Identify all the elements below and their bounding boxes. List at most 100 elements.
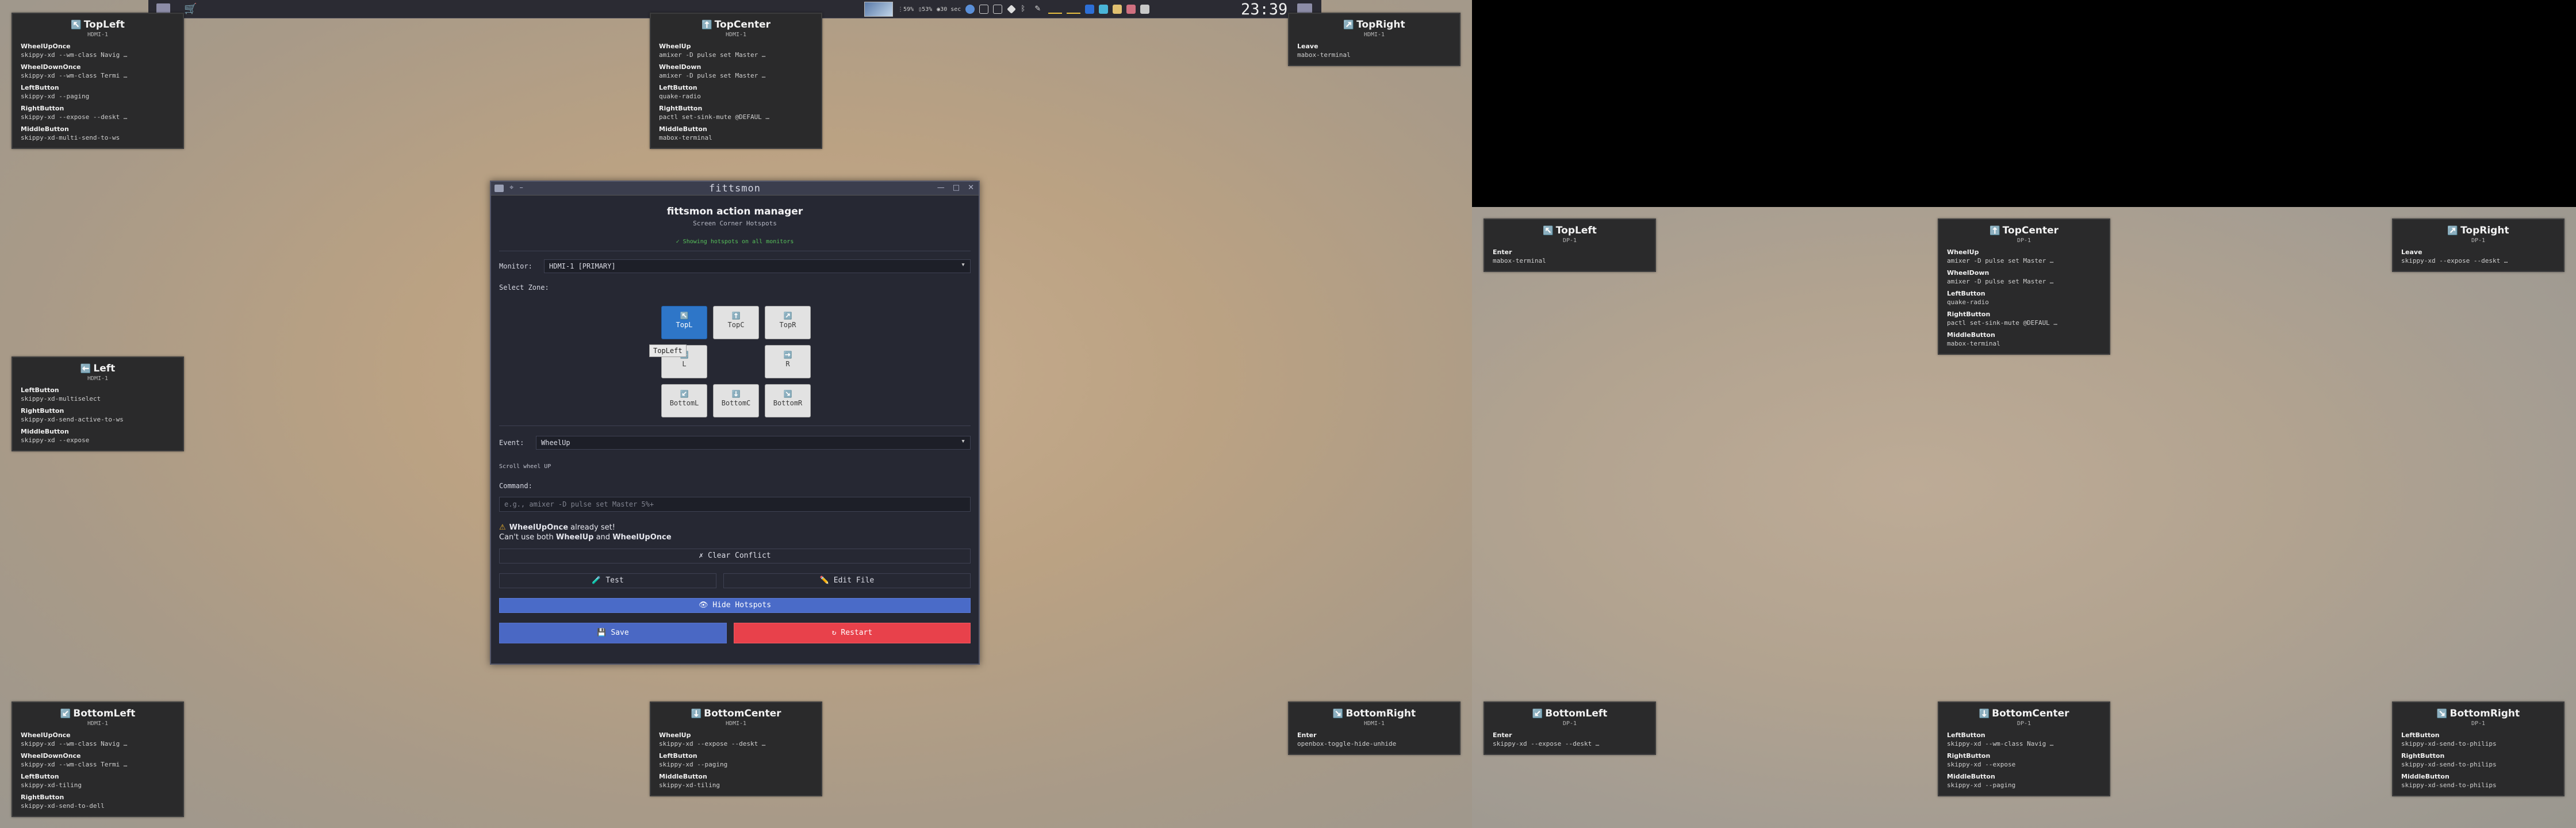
hotspot-event: LeftButton	[2401, 731, 2440, 739]
event-row: Event: WheelUp ▾	[499, 436, 971, 450]
hotspot-command: skippy-xd --expose --deskt …	[1493, 740, 1600, 747]
hotspot-event: Leave	[2401, 248, 2422, 256]
test-button[interactable]: 🧪 Test	[499, 573, 716, 588]
card-monitor: HDMI-1	[725, 720, 747, 727]
event-select-value: WheelUp	[541, 439, 570, 447]
monitor-select[interactable]: HDMI-1 [PRIMARY] ▾	[544, 259, 971, 273]
card-monitor: DP-1	[2471, 720, 2486, 727]
window-thumbnail[interactable]	[864, 2, 893, 17]
hotspot-command: skippy-xd --paging	[1947, 781, 2016, 789]
event-select[interactable]: WheelUp ▾	[536, 436, 971, 450]
zone-button-topc[interactable]: ⬆️ TopC	[713, 306, 759, 339]
app-icon-yellow[interactable]	[1113, 5, 1122, 14]
hide-hotspots-button[interactable]: 👁 Hide Hotspots	[499, 598, 971, 613]
hotspot-card-hdmi-topright: ↗️ TopRight HDMI-1 Leave mabox-terminal	[1288, 13, 1460, 66]
hotspot-card-dp-topcenter: ⬆️ TopCenter DP-1 WheelUp amixer -D pulse se…	[1938, 218, 2110, 355]
app-icon-blue[interactable]	[1085, 5, 1095, 14]
zone-button-bottomr[interactable]: ↘️ BottomR	[765, 384, 811, 417]
edit-file-button[interactable]: ✏️ Edit File	[723, 573, 971, 588]
hotspot-card-hdmi-bottomleft: ↙️ BottomLeft HDMI-1 WheelUpOnce skippy-xd -…	[12, 702, 184, 817]
card-title-text: BottomLeft	[1545, 708, 1608, 719]
command-label: Command:	[499, 482, 532, 490]
brightness-bar[interactable]	[1067, 5, 1081, 14]
hotspot-command: amixer -D pulse set Master …	[659, 72, 766, 79]
card-title-text: TopRight	[2460, 225, 2509, 236]
hotspot-event: MiddleButton	[1947, 331, 1995, 339]
hotspot-event: WheelDown	[1947, 269, 1989, 277]
card-monitor: HDMI-1	[1363, 32, 1385, 38]
hotspot-card-hdmi-bottomright: ↘️ BottomRight HDMI-1 Enter openbox-toggle-h…	[1288, 702, 1460, 755]
hotspot-entry: RightButton pactl set-sink-mute @DEFAUL …	[659, 104, 813, 121]
arrow-up-right-icon: ↗️	[783, 312, 792, 320]
hotspot-command: skippy-xd --wm-class Termi …	[21, 72, 128, 79]
system-tray: ⋮59% ▯53% ◉30 sec ᛒ ✎	[864, 2, 1150, 17]
hotspot-entry: WheelDown amixer -D pulse set Master …	[1947, 269, 2101, 286]
close-icon[interactable]: ✕	[968, 183, 974, 192]
save-button[interactable]: 💾 Save	[499, 623, 727, 643]
command-input[interactable]	[499, 497, 971, 512]
hotspot-entry: WheelDownOnce skippy-xd --wm-class Termi …	[21, 63, 175, 80]
window-title: fittsmon	[709, 183, 761, 194]
clock[interactable]: 23:39	[1241, 1, 1287, 18]
card-monitor: HDMI-1	[1363, 720, 1385, 727]
hotspot-card-dp-bottomright: ↘️ BottomRight DP-1 LeftButton skippy-xd-sen…	[2392, 702, 2564, 796]
zone-button-topl[interactable]: ↖️ TopL	[661, 306, 707, 339]
restart-button[interactable]: ↻ Restart	[734, 623, 971, 643]
hotspot-entry: LeftButton skippy-xd --paging	[21, 83, 175, 101]
hotspot-event: WheelUp	[1947, 248, 1979, 256]
volume-bar[interactable]	[1048, 5, 1063, 14]
zone-button-bottomc[interactable]: ⬇️ BottomC	[713, 384, 759, 417]
zone-button-r[interactable]: ➡️ R	[765, 345, 811, 378]
clear-conflict-button[interactable]: ✗ Clear Conflict	[499, 549, 971, 564]
card-title-text: TopRight	[1356, 19, 1405, 30]
hotspot-event: LeftButton	[1947, 290, 1985, 297]
direction-arrow-icon: ⬇️	[1979, 708, 1990, 719]
hotspot-command: skippy-xd --wm-class Termi …	[21, 761, 128, 768]
minimize-icon[interactable]: —	[937, 183, 945, 192]
hotspot-entry: RightButton skippy-xd --expose --deskt …	[21, 104, 175, 121]
warning-event: WheelUpOnce	[509, 523, 569, 532]
hotspot-event: RightButton	[659, 105, 703, 112]
app-icon-gray[interactable]	[1140, 5, 1150, 14]
hotspot-command: pactl set-sink-mute @DEFAUL …	[659, 113, 770, 121]
hotspot-command: mabox-terminal	[1297, 51, 1351, 59]
hotspot-event: MiddleButton	[2401, 773, 2450, 780]
hotspot-event: Enter	[1493, 731, 1512, 739]
hotspot-command: amixer -D pulse set Master …	[659, 51, 766, 59]
network-icon[interactable]	[965, 5, 975, 14]
card-title: ↘️ BottomRight	[1297, 707, 1451, 720]
hotspot-entry: WheelDown amixer -D pulse set Master …	[659, 63, 813, 80]
hotspot-command: skippy-xd --expose	[1947, 761, 2016, 768]
arrow-down-icon: ⬇️	[731, 390, 741, 398]
app-icon-red[interactable]	[1126, 5, 1136, 14]
zone-button-bottoml[interactable]: ↙️ BottomL	[661, 384, 707, 417]
bluetooth-icon[interactable]: ᛒ	[1021, 5, 1030, 14]
monitor-row: Monitor: HDMI-1 [PRIMARY] ▾	[499, 259, 971, 273]
card-title-text: BottomCenter	[704, 708, 781, 719]
hotspot-event: WheelUpOnce	[21, 731, 71, 739]
app-icon-cyan[interactable]	[1099, 5, 1109, 14]
card-monitor: HDMI-1	[87, 720, 109, 727]
hotspot-command: skippy-xd --wm-class Navig …	[21, 51, 128, 59]
hotspot-entry: Enter skippy-xd --expose --deskt …	[1493, 731, 1647, 748]
zone-row: Select Zone:	[499, 281, 971, 292]
hotspot-command: skippy-xd --expose	[21, 436, 90, 444]
hotspot-entry: MiddleButton skippy-xd --paging	[1947, 772, 2101, 789]
hotspot-entry: RightButton skippy-xd-send-active-to-ws	[21, 407, 175, 424]
hotspot-entry: RightButton skippy-xd-send-to-dell	[21, 793, 175, 810]
window-titlebar[interactable]: ⌖ – fittsmon — □ ✕	[491, 182, 979, 195]
pen-icon[interactable]: ✎	[1034, 5, 1044, 14]
printer-icon[interactable]	[993, 5, 1003, 14]
zone-grid: ↖️ TopL ⬆️ TopC ↗️ TopR ⬅️ L ➡️ R ↙️ Bot…	[661, 306, 811, 421]
display-icon[interactable]	[979, 5, 989, 14]
maximize-icon[interactable]: □	[953, 183, 960, 192]
zone-button-topr[interactable]: ↗️ TopR	[765, 306, 811, 339]
settings-icon[interactable]	[1007, 5, 1017, 14]
hotspot-event: RightButton	[1947, 310, 1991, 318]
direction-arrow-icon: ↙️	[60, 708, 71, 719]
hotspot-entry: LeftButton skippy-xd-send-to-philips	[2401, 731, 2555, 748]
hotspot-entry: MiddleButton skippy-xd --expose	[21, 427, 175, 444]
cart-icon[interactable]: 🛒	[184, 3, 197, 15]
hotspot-command: skippy-xd --wm-class Navig …	[21, 740, 128, 747]
card-title: ⬇️ BottomCenter	[1947, 707, 2101, 720]
